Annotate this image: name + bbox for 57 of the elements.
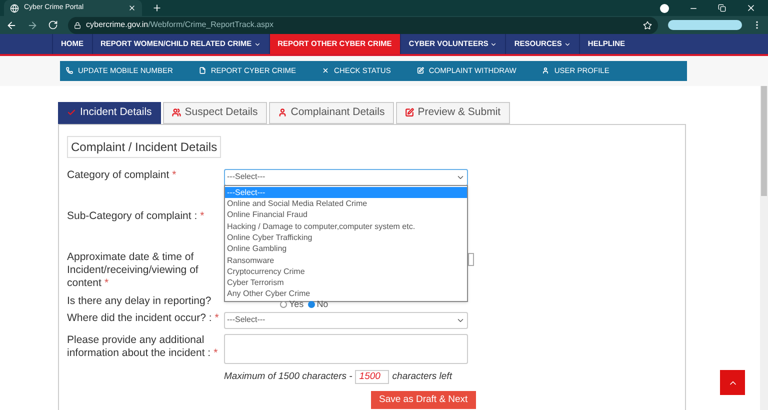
- edit-icon: [404, 108, 414, 118]
- field-label: Please provide any additional information about the incident : *: [67, 334, 218, 359]
- radio-button[interactable]: [308, 301, 315, 308]
- url-text: cybercrime.gov.in/Webform/Crime_ReportTrack.aspx: [86, 19, 274, 32]
- back-icon[interactable]: [6, 20, 17, 31]
- save-draft-button[interactable]: Save as Draft & Next: [371, 391, 476, 410]
- field-label: Sub-Category of complaint : *: [67, 210, 204, 222]
- counter-field: 1500: [355, 370, 390, 384]
- field-label: Is there any delay in reporting?: [67, 294, 212, 307]
- counter-text: characters left: [392, 370, 452, 384]
- radio-button[interactable]: [280, 301, 287, 308]
- dropdown-option[interactable]: Any Other Cyber Crime: [225, 288, 467, 300]
- dropdown-option[interactable]: Online and Social Media Related Crime: [225, 198, 467, 210]
- check-icon: [67, 108, 76, 118]
- section-title: Complaint / Incident Details: [67, 136, 222, 158]
- counter-text: Maximum of 1500 characters -: [224, 370, 352, 384]
- close-icon[interactable]: [746, 3, 756, 13]
- select-field[interactable]: ---Select---: [224, 168, 468, 186]
- globe-icon: [10, 4, 19, 12]
- dropdown-option[interactable]: Online Cyber Trafficking: [225, 232, 467, 244]
- field-label: Approximate date & time of Incident/receiving/viewing of content *: [67, 250, 198, 289]
- user-icon: [542, 67, 550, 74]
- date-time-field[interactable]: [468, 252, 474, 266]
- restore-icon[interactable]: [718, 4, 726, 12]
- field-label: Category of complaint *: [67, 168, 176, 181]
- cross-icon: [322, 67, 330, 74]
- form-tab[interactable]: Complainant Details: [268, 102, 394, 124]
- document-icon: [198, 67, 206, 74]
- scrollbar-thumb[interactable]: [761, 86, 767, 196]
- user-icon: [278, 108, 287, 118]
- dropdown-option[interactable]: Cyber Terrorism: [225, 277, 467, 288]
- close-icon[interactable]: [128, 4, 136, 12]
- reload-icon[interactable]: [48, 20, 58, 30]
- select-field[interactable]: ---Select---: [224, 312, 468, 329]
- chevron-icon: [564, 40, 571, 48]
- form-tab[interactable]: Incident Details: [58, 102, 161, 124]
- chevron-icon: [254, 40, 261, 48]
- radio-label: No: [316, 298, 328, 311]
- edit-icon: [416, 67, 424, 74]
- dropdown-option[interactable]: Ransomware: [225, 254, 467, 266]
- dropdown-option[interactable]: Cryptocurrency Crime: [225, 266, 467, 278]
- phone-icon: [66, 67, 73, 74]
- form-tab[interactable]: Preview & Submit: [396, 102, 510, 124]
- url-field[interactable]: cybercrime.gov.in/Webform/Crime_ReportTrack.aspx: [68, 16, 658, 34]
- form-tab[interactable]: Suspect Details: [162, 102, 267, 124]
- forward-icon[interactable]: [27, 20, 38, 31]
- users-icon: [172, 108, 181, 118]
- chevron-icon: [490, 40, 498, 48]
- bookmark-star-icon[interactable]: [643, 20, 652, 30]
- dropdown-option[interactable]: Online Financial Fraud: [225, 209, 467, 221]
- dropdown-option[interactable]: Online Gambling: [225, 243, 467, 255]
- profile-pill[interactable]: [668, 20, 742, 30]
- new-tab-icon[interactable]: [152, 3, 162, 13]
- dropdown-option[interactable]: Hacking / Damage to computer,computer system etc.: [225, 220, 467, 232]
- lock-icon: [74, 22, 81, 29]
- radio-label: Yes: [289, 298, 304, 311]
- field-label: Where did the incident occur? : *: [67, 312, 219, 324]
